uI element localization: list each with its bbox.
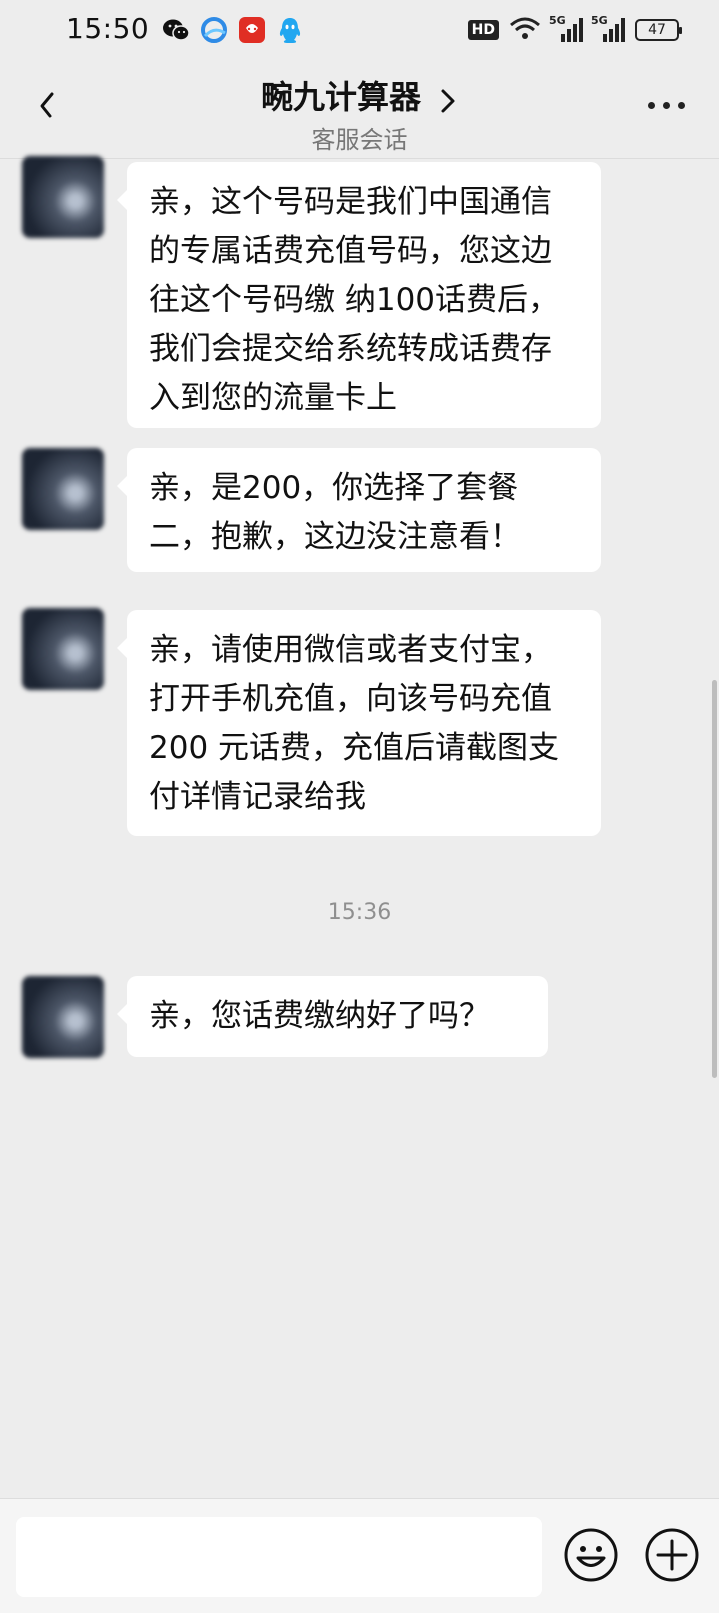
- more-dot-icon: [648, 102, 655, 109]
- message-text: 亲，您话费缴纳好了吗？: [149, 998, 490, 1034]
- avatar[interactable]: [22, 608, 104, 690]
- wechat-icon: [162, 16, 190, 44]
- signal-strength-icon: 5G: [549, 14, 583, 42]
- browser-icon: [200, 16, 228, 44]
- chat-title-link[interactable]: 畹九计算器: [0, 72, 719, 118]
- notification-icons: [162, 16, 304, 44]
- more-options-button[interactable]: [648, 102, 685, 109]
- chat-subtitle: 客服会话: [311, 126, 408, 154]
- message-input[interactable]: [16, 1517, 542, 1597]
- status-time: 15:50: [66, 12, 150, 45]
- message-bubble[interactable]: 亲，您话费缴纳好了吗？: [117, 976, 548, 1057]
- scrollbar[interactable]: [712, 680, 717, 1078]
- message-bubble[interactable]: 亲，这个号码是我们中国通信的专属话费充值号码，您这边往这个号码缴 纳100话费后…: [117, 162, 601, 428]
- more-dot-icon: [678, 102, 685, 109]
- message-text: 亲，请使用微信或者支付宝，打开手机充值，向该号码充值200 元话费，充值后请截图…: [149, 632, 560, 815]
- message-bubble[interactable]: 亲，请使用微信或者支付宝，打开手机充值，向该号码充值200 元话费，充值后请截图…: [117, 610, 601, 836]
- hd-voice-badge: HD: [467, 20, 499, 40]
- add-more-button[interactable]: [644, 1527, 700, 1583]
- battery-icon: 47: [635, 19, 682, 41]
- qq-icon: [276, 16, 304, 44]
- composer-bar: [0, 1498, 719, 1613]
- emoji-button[interactable]: [563, 1527, 619, 1583]
- emoji-icon: [564, 1528, 618, 1582]
- plus-icon: [645, 1528, 699, 1582]
- chat-header: 畹九计算器 客服会话: [0, 62, 719, 159]
- wifi-icon: [509, 16, 541, 44]
- chat-title: 畹九计算器: [260, 78, 421, 116]
- status-indicators: HD 5G 5G 47: [467, 14, 682, 44]
- more-dot-icon: [663, 102, 670, 109]
- message-bubble[interactable]: 亲，是200，你选择了套餐二，抱歉，这边没注意看！: [117, 448, 601, 572]
- chevron-right-icon: [441, 89, 455, 112]
- avatar[interactable]: [22, 448, 104, 530]
- message-text: 亲，是200，你选择了套餐二，抱歉，这边没注意看！: [149, 470, 521, 555]
- avatar[interactable]: [22, 976, 104, 1058]
- message-text: 亲，这个号码是我们中国通信的专属话费充值号码，您这边往这个号码缴 纳100话费后…: [149, 184, 560, 416]
- pinduoduo-icon: [238, 16, 266, 44]
- message-timestamp: 15:36: [327, 900, 392, 925]
- signal-strength-icon-2: 5G: [591, 14, 625, 42]
- status-bar: 15:50 HD 5G 5G 47: [0, 0, 719, 62]
- avatar[interactable]: [22, 156, 104, 238]
